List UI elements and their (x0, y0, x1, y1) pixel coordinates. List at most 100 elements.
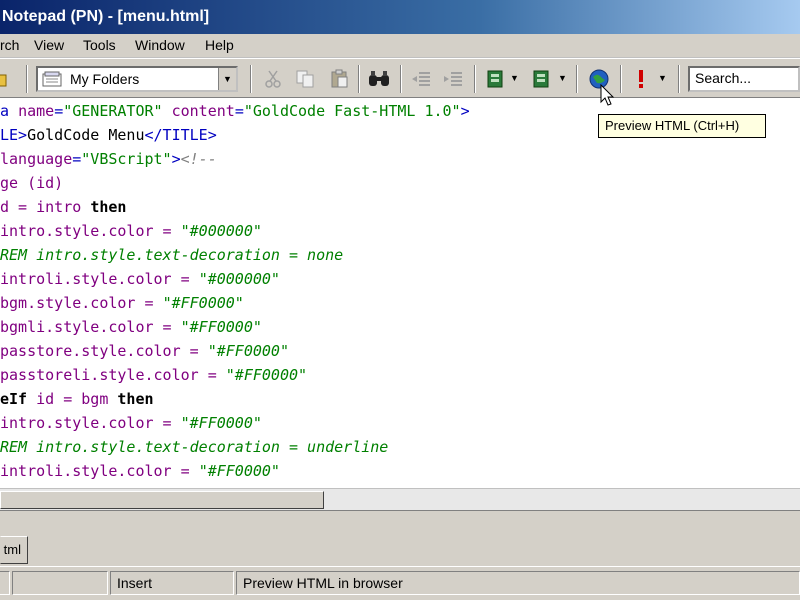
code-line[interactable]: intro.style.color = "#000000" (0, 219, 262, 243)
find-icon (369, 71, 389, 86)
code-line[interactable]: REM intro.style.text-decoration = underl… (0, 435, 388, 459)
code-line[interactable]: a name="GENERATOR" content="GoldCode Fas… (0, 99, 470, 123)
code-token: LE> (0, 126, 28, 144)
find-button[interactable] (366, 67, 392, 91)
cut-icon (265, 70, 281, 88)
status-panel-position (0, 571, 10, 595)
menu-tools[interactable]: Tools (83, 37, 116, 53)
toolbar-separator (26, 65, 28, 93)
folder-list-icon (42, 71, 62, 87)
scrollbar-thumb[interactable] (0, 491, 324, 509)
code-line[interactable]: ge (id) (0, 171, 63, 195)
folder-dropdown[interactable]: My Folders ▼ (36, 66, 238, 92)
code-token: ge (id) (0, 174, 64, 192)
code-line[interactable]: passtore.style.color = "#FF0000" (0, 339, 289, 363)
title-bar: Notepad (PN) - [menu.html] (0, 0, 800, 34)
code-token: a (0, 102, 19, 120)
mouse-cursor-icon (600, 84, 615, 106)
cut-button[interactable] (260, 67, 286, 91)
chevron-down-icon[interactable]: ▼ (558, 73, 567, 83)
toolbar-separator (400, 65, 402, 93)
code-token: "#FF0000" (162, 294, 244, 312)
code-line[interactable]: introli.style.color = "#000000" (0, 267, 280, 291)
code-line[interactable]: introli.style.color = "#FF0000" (0, 459, 280, 483)
code-line[interactable]: eIf id = bgm then (0, 387, 154, 411)
code-token: REM intro.style.text-decoration = none (0, 246, 344, 264)
code-token: d = intro (0, 198, 91, 216)
tab-menu-html[interactable]: tml (0, 536, 28, 564)
code-line[interactable]: passtoreli.style.color = "#FF0000" (0, 363, 307, 387)
chevron-down-icon[interactable]: ▼ (218, 68, 236, 90)
code-token: "#FF0000" (198, 462, 280, 480)
status-panel-modified (12, 571, 108, 595)
toolbar-separator (620, 65, 622, 93)
code-token: language (0, 150, 73, 168)
open-icon (0, 74, 7, 87)
document-tabs: tml (0, 536, 800, 566)
code-token: then (90, 198, 127, 216)
status-insert-mode: Insert (110, 571, 234, 595)
toolbar-separator (576, 65, 578, 93)
code-token: > (460, 102, 470, 120)
paste-button[interactable] (326, 67, 352, 91)
code-token: passtoreli.style.color = (0, 366, 226, 384)
chevron-down-icon[interactable]: ▼ (510, 73, 519, 83)
search-input[interactable]: Search... (688, 66, 800, 92)
chevron-down-icon[interactable]: ▼ (658, 73, 667, 83)
code-token: intro.style.color = (0, 222, 181, 240)
toolbar-separator (474, 65, 476, 93)
code-line[interactable]: d = intro then (0, 195, 126, 219)
tool-b-icon (533, 70, 549, 88)
copy-icon (296, 70, 314, 88)
code-line[interactable]: REM intro.style.text-decoration = none (0, 243, 343, 267)
toolbar-separator (358, 65, 360, 93)
code-token: "#000000" (180, 222, 262, 240)
code-token: introli.style.color = (0, 462, 199, 480)
open-button[interactable] (0, 67, 12, 91)
menu-bar: rch View Tools Window Help (0, 34, 800, 58)
code-token: = (234, 102, 244, 120)
outdent-icon (412, 72, 430, 86)
tooltip: Preview HTML (Ctrl+H) (598, 114, 766, 138)
status-bar: Insert Preview HTML in browser (0, 566, 800, 600)
code-token: </TITLE> (144, 126, 217, 144)
indent-icon (444, 72, 462, 86)
tool-b-button[interactable] (528, 67, 554, 91)
code-token: intro.style.color = (0, 414, 181, 432)
code-line[interactable]: LE>GoldCode Menu</TITLE> (0, 123, 217, 147)
paste-icon (331, 69, 348, 88)
code-token: "#FF0000" (207, 342, 289, 360)
code-line[interactable]: intro.style.color = "#FF0000" (0, 411, 262, 435)
code-line[interactable]: bgmli.style.color = "#FF0000" (0, 315, 262, 339)
toolbar-separator (250, 65, 252, 93)
outdent-button[interactable] (408, 67, 434, 91)
folder-dropdown-value: My Folders (70, 71, 140, 87)
menu-window[interactable]: Window (135, 37, 185, 53)
code-token: = (54, 102, 64, 120)
code-editor[interactable]: a name="GENERATOR" content="GoldCode Fas… (0, 98, 800, 488)
exclamation-button[interactable] (628, 67, 654, 91)
code-token: "GoldCode Fast-HTML 1.0" (243, 102, 461, 120)
code-token: "#FF0000" (225, 366, 308, 384)
code-token: REM intro.style.text-decoration = underl… (0, 438, 389, 456)
code-token: content (171, 102, 235, 120)
code-line[interactable]: language="VBScript"><!-- (0, 147, 217, 171)
menu-help[interactable]: Help (205, 37, 234, 53)
code-line[interactable]: bgm.style.color = "#FF0000" (0, 291, 244, 315)
code-token: eIf (0, 390, 37, 408)
toolbar: My Folders ▼ ▼ ▼ ▼ Search... (0, 58, 800, 98)
menu-view[interactable]: View (34, 37, 64, 53)
code-token: > (171, 150, 181, 168)
indent-button[interactable] (440, 67, 466, 91)
output-panel (0, 510, 800, 536)
code-token: "#FF0000" (180, 414, 262, 432)
code-token: "VBScript" (81, 150, 172, 168)
tool-a-button[interactable] (482, 67, 508, 91)
code-token: "#000000" (198, 270, 280, 288)
horizontal-scrollbar[interactable] (0, 488, 800, 510)
menu-search[interactable]: rch (0, 37, 19, 53)
code-token: bgm.style.color = (0, 294, 163, 312)
copy-button[interactable] (292, 67, 318, 91)
code-token: "GENERATOR" (63, 102, 163, 120)
